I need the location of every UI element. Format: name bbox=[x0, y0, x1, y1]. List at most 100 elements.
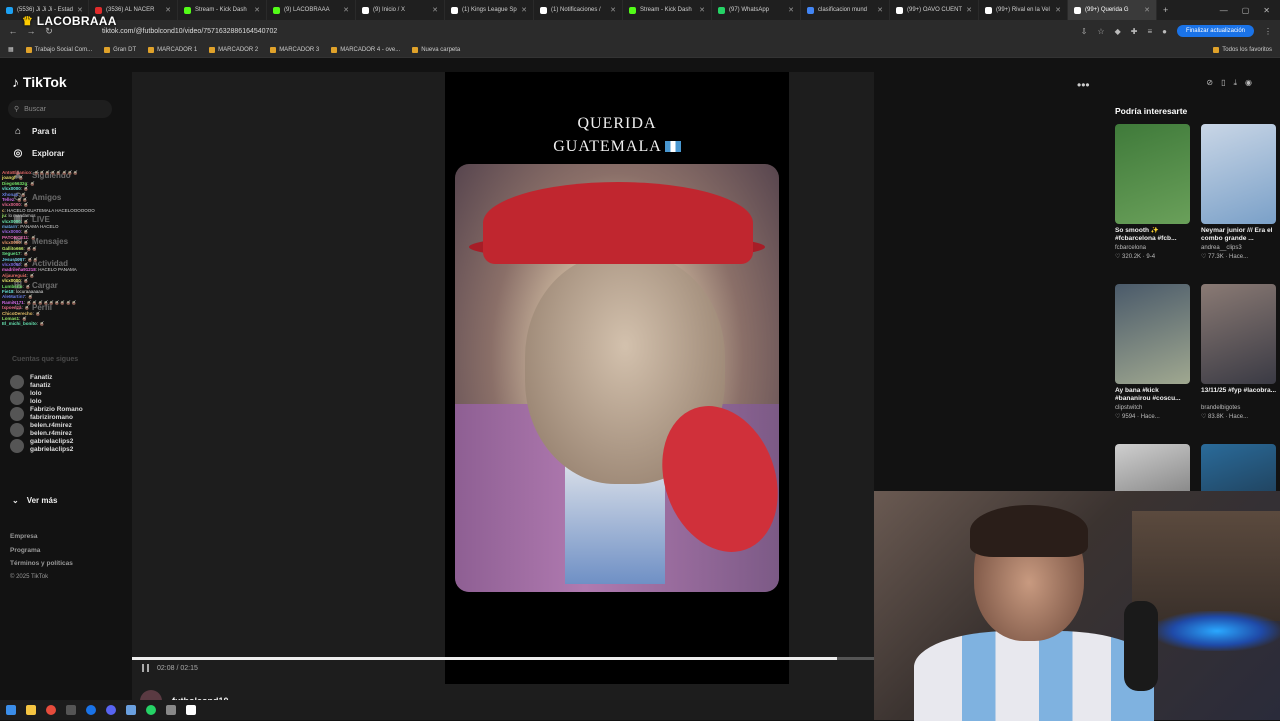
browser-tab[interactable]: Stream - Kick Dash ✕ bbox=[623, 0, 712, 20]
video-frame[interactable]: QUERIDA GUATEMALA bbox=[445, 72, 789, 684]
close-tab-icon[interactable]: ✕ bbox=[521, 6, 527, 14]
close-tab-icon[interactable]: ✕ bbox=[877, 6, 883, 14]
recommended-video-card[interactable]: 13/11/25 #fyp #lacobra... brandelbigotes… bbox=[1201, 284, 1279, 420]
video-thumbnail[interactable] bbox=[1115, 284, 1190, 384]
close-tab-icon[interactable]: ✕ bbox=[699, 6, 705, 14]
device-icon[interactable]: ▯ bbox=[1221, 78, 1225, 88]
browser-tab[interactable]: (99+) Rival en la Vel ✕ bbox=[979, 0, 1068, 20]
browser-tab[interactable]: (99+) OAVO CUENT ✕ bbox=[890, 0, 979, 20]
video-player[interactable]: QUERIDA GUATEMALA 02:08 / 02:15 futbolco… bbox=[132, 72, 874, 712]
file-explorer-icon[interactable] bbox=[26, 705, 36, 715]
card-title[interactable]: Ay bana #kick #bananirou #coscu... bbox=[1115, 387, 1193, 404]
search-input[interactable]: ⚲ Buscar bbox=[8, 100, 112, 118]
bookmark-item[interactable]: MARCADOR 1 bbox=[148, 46, 197, 53]
card-author[interactable]: brandelbigotes bbox=[1201, 405, 1279, 411]
avatar[interactable] bbox=[10, 439, 24, 453]
footer-link[interactable]: Términos y políticas bbox=[10, 557, 73, 571]
settings-icon[interactable] bbox=[166, 705, 176, 715]
footer-link[interactable]: Programa bbox=[10, 544, 73, 558]
avatar[interactable] bbox=[10, 391, 24, 405]
card-title[interactable]: So smooth ✨ #fcbarcelona #fcb... bbox=[1115, 227, 1193, 244]
more-options-icon[interactable]: ••• bbox=[1077, 78, 1090, 92]
task-view-icon[interactable] bbox=[66, 705, 76, 715]
browser-tab[interactable]: clasificacion mund ✕ bbox=[801, 0, 890, 20]
card-author[interactable]: andrea__clips3 bbox=[1201, 245, 1279, 251]
recommended-video-card[interactable]: Ay bana #kick #bananirou #coscu... clips… bbox=[1115, 284, 1193, 420]
user-avatar-icon[interactable]: ◉ bbox=[1245, 78, 1252, 88]
profile-avatar-icon[interactable]: ● bbox=[1162, 27, 1167, 36]
install-icon[interactable]: ⇩ bbox=[1081, 27, 1088, 36]
bookmark-item[interactable]: Nueva carpeta bbox=[412, 46, 460, 53]
bookmark-item[interactable]: Trabajo Social Com... bbox=[25, 46, 92, 53]
close-tab-icon[interactable]: ✕ bbox=[788, 6, 794, 14]
app-icon[interactable] bbox=[126, 705, 136, 715]
progress-bar[interactable] bbox=[132, 657, 874, 660]
more-vert-icon[interactable]: ⋮ bbox=[1264, 27, 1272, 36]
discord-icon[interactable] bbox=[106, 705, 116, 715]
bookmark-item[interactable]: MARCADOR 3 bbox=[270, 46, 319, 53]
whatsapp-icon[interactable] bbox=[146, 705, 156, 715]
close-tab-icon[interactable]: ✕ bbox=[432, 6, 438, 14]
video-thumbnail[interactable] bbox=[1201, 124, 1276, 224]
maximize-icon[interactable]: ▢ bbox=[1242, 6, 1250, 15]
following-account[interactable]: Fabrizio Romano fabriziromano bbox=[10, 406, 83, 422]
avatar[interactable] bbox=[10, 407, 24, 421]
close-tab-icon[interactable]: ✕ bbox=[1055, 6, 1061, 14]
update-button[interactable]: Finalizar actualización bbox=[1176, 25, 1254, 37]
all-bookmarks[interactable]: Todos los favoritos bbox=[1213, 46, 1272, 53]
puzzle-icon[interactable]: ✚ bbox=[1131, 27, 1138, 36]
pause-icon[interactable] bbox=[142, 664, 149, 672]
chrome-icon[interactable] bbox=[46, 705, 56, 715]
card-author[interactable]: clipstwitch bbox=[1115, 405, 1193, 411]
bookmark-item[interactable]: MARCADOR 4 - ove... bbox=[331, 46, 400, 53]
new-tab-icon[interactable]: + bbox=[1157, 5, 1174, 15]
see-more-button[interactable]: ⌄ Ver más bbox=[12, 496, 57, 505]
bookmark-item[interactable]: MARCADOR 2 bbox=[209, 46, 258, 53]
sidebar-item-para-ti[interactable]: ⌂ Para ti bbox=[12, 126, 57, 137]
following-account[interactable]: Fanatiz fanatiz bbox=[10, 374, 52, 390]
url-field[interactable]: tiktok.com/@futbolcond10/video/757163288… bbox=[102, 28, 277, 35]
extension-icon[interactable]: ◆ bbox=[1115, 27, 1121, 36]
card-author[interactable]: fcbarcelona bbox=[1115, 245, 1193, 251]
close-tab-icon[interactable]: ✕ bbox=[966, 6, 972, 14]
recommended-video-card[interactable]: Neymar junior /// Era el combo grande ..… bbox=[1201, 124, 1279, 260]
browser-tab[interactable]: (1) Notificaciones / ✕ bbox=[534, 0, 623, 20]
following-account[interactable]: gabrielaclips2 gabrielaclips2 bbox=[10, 438, 73, 454]
minimize-icon[interactable]: — bbox=[1220, 6, 1228, 15]
video-thumbnail[interactable] bbox=[1115, 124, 1190, 224]
compass-small-icon[interactable]: ⊘ bbox=[1206, 78, 1213, 88]
avatar[interactable] bbox=[10, 423, 24, 437]
edge-icon[interactable] bbox=[86, 705, 96, 715]
windows-start-icon[interactable] bbox=[6, 705, 16, 715]
close-window-icon[interactable]: ✕ bbox=[1263, 6, 1270, 15]
bookmark-item[interactable]: Gran DT bbox=[104, 46, 136, 53]
tiktok-logo[interactable]: ♪ TikTok bbox=[12, 74, 67, 90]
close-tab-icon[interactable]: ✕ bbox=[254, 6, 260, 14]
following-account[interactable]: belen.r4mirez belen.r4mirez bbox=[10, 422, 72, 438]
video-thumbnail[interactable] bbox=[1201, 284, 1276, 384]
menu-icon[interactable]: ≡ bbox=[1147, 27, 1152, 36]
close-tab-icon[interactable]: ✕ bbox=[610, 6, 616, 14]
star-icon[interactable]: ☆ bbox=[1097, 27, 1104, 36]
following-account[interactable]: lolo lolo bbox=[10, 390, 42, 406]
card-title[interactable]: 13/11/25 #fyp #lacobra... bbox=[1201, 387, 1279, 404]
avatar[interactable] bbox=[10, 375, 24, 389]
browser-tab[interactable]: (1) Kings League Sp ✕ bbox=[445, 0, 534, 20]
browser-tab[interactable]: Stream - Kick Dash ✕ bbox=[178, 0, 267, 20]
apps-icon[interactable]: ▦ bbox=[8, 46, 14, 53]
close-tab-icon[interactable]: ✕ bbox=[77, 6, 83, 14]
close-tab-icon[interactable]: ✕ bbox=[165, 6, 171, 14]
close-tab-icon[interactable]: ✕ bbox=[1144, 6, 1150, 14]
browser-tab[interactable]: (97) WhatsApp ✕ bbox=[712, 0, 801, 20]
obs-icon[interactable] bbox=[186, 705, 196, 715]
browser-tab[interactable]: (9) LACOBRAAA ✕ bbox=[267, 0, 356, 20]
recommended-video-card[interactable]: So smooth ✨ #fcbarcelona #fcb... fcbarce… bbox=[1115, 124, 1193, 260]
sidebar-item-explorar[interactable]: ◎ Explorar bbox=[12, 148, 65, 159]
card-title[interactable]: Neymar junior /// Era el combo grande ..… bbox=[1201, 227, 1279, 244]
close-tab-icon[interactable]: ✕ bbox=[343, 6, 349, 14]
footer-link[interactable]: Empresa bbox=[10, 530, 73, 544]
download-icon[interactable]: ⤓ bbox=[1233, 78, 1237, 88]
browser-tab[interactable]: (99+) Querida G ✕ bbox=[1068, 0, 1157, 20]
back-icon[interactable]: ← bbox=[8, 26, 18, 36]
browser-tab[interactable]: (9) Inicio / X ✕ bbox=[356, 0, 445, 20]
